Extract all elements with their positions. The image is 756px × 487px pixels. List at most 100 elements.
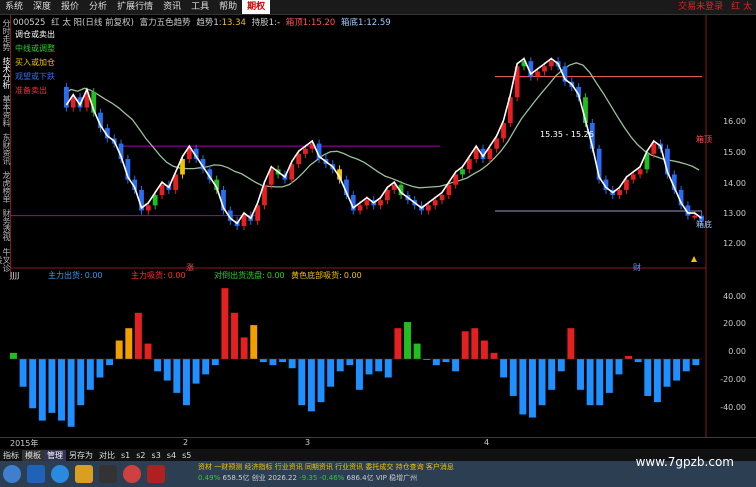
box-bottom-tag: 箱底 bbox=[696, 220, 712, 229]
sub-bar bbox=[529, 359, 536, 418]
sub-bar bbox=[19, 359, 27, 387]
date-month-3: 3 bbox=[305, 438, 311, 447]
browser-icon[interactable] bbox=[123, 465, 141, 483]
candle-body bbox=[651, 143, 657, 154]
box-bottom-label: 箱底1: bbox=[341, 18, 367, 28]
candle-body bbox=[186, 148, 192, 160]
sub-bar bbox=[577, 359, 584, 390]
sub-bar bbox=[163, 359, 171, 381]
sub-bar bbox=[202, 359, 210, 375]
tab-indicator[interactable]: 指标 bbox=[0, 450, 22, 461]
tab-compare[interactable]: 对比 bbox=[96, 450, 118, 461]
candle-body bbox=[637, 169, 643, 175]
sub-bar bbox=[634, 359, 642, 363]
sub-bar bbox=[96, 359, 104, 378]
ticker-item[interactable]: 行业资讯 bbox=[335, 463, 363, 471]
sub-bar bbox=[394, 328, 402, 359]
tab-save-as[interactable]: 另存为 bbox=[66, 450, 96, 461]
candle-body bbox=[425, 205, 431, 211]
start-orb-icon[interactable] bbox=[3, 465, 21, 483]
range-annotation: 15.35 - 15.26 bbox=[540, 130, 594, 139]
legend-sell: 调仓或卖出 bbox=[15, 30, 55, 39]
sub-bar bbox=[432, 359, 440, 366]
stock-name: 红 太 阳(日线 前复权) bbox=[51, 18, 134, 28]
candle-body bbox=[159, 184, 165, 196]
axis-main-15: 15.00 bbox=[723, 148, 746, 157]
ticker-item[interactable]: 资材 bbox=[198, 463, 212, 471]
candle-body bbox=[303, 148, 308, 154]
explorer-icon[interactable] bbox=[27, 465, 45, 483]
axis-sub-20: 20.00 bbox=[723, 319, 746, 328]
sub-bar bbox=[365, 359, 373, 375]
stock-code: 000525 bbox=[13, 18, 46, 28]
ticker-item[interactable]: 一财预测 bbox=[214, 463, 242, 471]
tab-s2[interactable]: s2 bbox=[133, 451, 148, 460]
tab-s1[interactable]: s1 bbox=[118, 451, 133, 460]
sub-bar bbox=[663, 359, 671, 387]
candle-body bbox=[624, 179, 629, 190]
ticker-item[interactable]: 同期资讯 bbox=[305, 463, 333, 471]
box-bottom-value: 12.59 bbox=[366, 18, 391, 28]
sub-bar bbox=[317, 359, 325, 403]
ticker-item[interactable]: 客户消息 bbox=[426, 463, 454, 471]
chart-title: 000525 红 太 阳(日线 前复权) 富力五色趋势 趋势1:13.34 持股… bbox=[13, 16, 391, 28]
sub-bar bbox=[307, 359, 315, 412]
ticker-item[interactable]: 经济指标 bbox=[244, 463, 272, 471]
candle-body bbox=[357, 205, 363, 211]
sub-bar bbox=[211, 359, 219, 366]
sub-bar bbox=[615, 359, 623, 375]
sub-bar bbox=[48, 359, 56, 413]
box-top-label: 箱顶1: bbox=[285, 18, 311, 28]
trading-app-icon[interactable] bbox=[147, 465, 165, 483]
sub-bar bbox=[500, 359, 508, 378]
sub-bar bbox=[413, 343, 421, 359]
candle-body bbox=[494, 138, 500, 149]
sub-bar bbox=[10, 352, 17, 359]
index-item: 0.49% bbox=[198, 474, 221, 482]
sub-bar bbox=[461, 331, 469, 359]
sub-bar bbox=[471, 328, 479, 359]
tab-s4[interactable]: s4 bbox=[164, 451, 179, 460]
sub-bar bbox=[288, 359, 296, 369]
sub-bar bbox=[154, 359, 162, 372]
ie-icon[interactable] bbox=[51, 465, 69, 483]
yellow-marker bbox=[691, 256, 697, 262]
ticker-item[interactable]: 持仓查询 bbox=[396, 463, 424, 471]
candle-body bbox=[439, 195, 445, 201]
folder-icon[interactable] bbox=[75, 465, 93, 483]
sub-bar bbox=[346, 359, 354, 366]
ticker-item[interactable]: 委托成交 bbox=[365, 463, 393, 471]
sub-bar bbox=[356, 359, 363, 390]
main-suck-value: 0.00 bbox=[167, 271, 186, 280]
index-item: 创业 2026.22 bbox=[251, 474, 297, 482]
candle-body bbox=[385, 189, 390, 201]
candle-body bbox=[466, 159, 472, 170]
ticker-item[interactable]: 行业资讯 bbox=[275, 463, 303, 471]
sub-bar bbox=[452, 359, 460, 372]
sub-indicator-name: JJJJ bbox=[10, 271, 20, 280]
sub-bar bbox=[653, 359, 661, 403]
candle-body bbox=[630, 174, 636, 180]
index-item: 686.4亿 bbox=[346, 474, 374, 482]
candle-body bbox=[364, 200, 370, 206]
app-icon[interactable] bbox=[99, 465, 117, 483]
tab-template[interactable]: 模板 bbox=[22, 449, 44, 461]
bottom-label: 黄色底部吸货: bbox=[291, 271, 342, 280]
sub-bar bbox=[480, 340, 488, 359]
sub-bar bbox=[183, 359, 190, 406]
main-out-label: 主力出货: bbox=[47, 271, 83, 280]
tab-s5[interactable]: s5 bbox=[179, 451, 194, 460]
sub-bar bbox=[192, 359, 200, 384]
sub-bar bbox=[692, 359, 700, 366]
sub-bar bbox=[673, 359, 681, 381]
legend-adjust: 中线或调整 bbox=[15, 44, 55, 53]
sub-bar bbox=[490, 352, 498, 359]
axis-sub-m40: -40.00 bbox=[720, 403, 746, 412]
sub-bar bbox=[134, 312, 142, 359]
sub-bar bbox=[375, 359, 383, 372]
tab-manage[interactable]: 管理 bbox=[44, 449, 66, 461]
date-month-4: 4 bbox=[484, 438, 490, 447]
sub-bar bbox=[86, 359, 94, 390]
tab-s3[interactable]: s3 bbox=[149, 451, 164, 460]
sub-bar bbox=[58, 359, 65, 421]
